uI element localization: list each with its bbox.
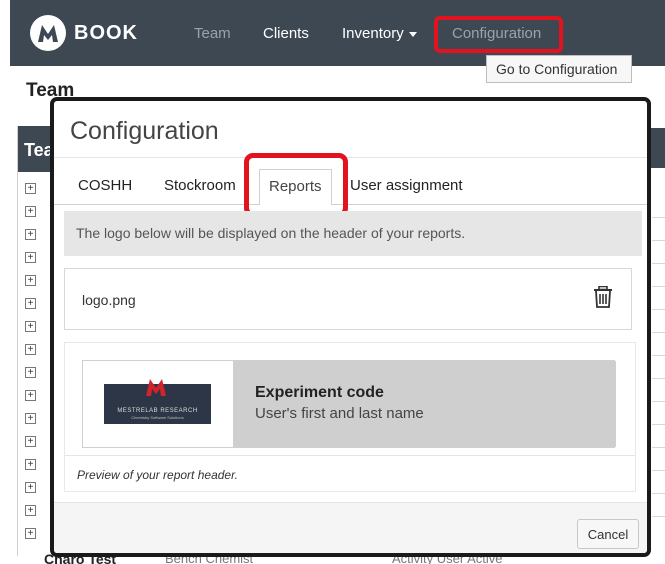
preview-caption: Preview of your report header. xyxy=(77,468,238,482)
plus-square-icon[interactable]: + xyxy=(25,367,36,378)
plus-square-icon[interactable]: + xyxy=(25,436,36,447)
plus-square-icon[interactable]: + xyxy=(25,252,36,263)
logo-file-row: logo.png xyxy=(64,268,632,330)
logo-file-name: logo.png xyxy=(82,292,136,308)
configuration-tooltip: Go to Configuration xyxy=(486,55,632,83)
tab-stockroom[interactable]: Stockroom xyxy=(164,177,236,194)
experiment-code: Experiment code xyxy=(255,384,384,401)
reports-highlight xyxy=(244,153,348,217)
nav-inventory-label: Inventory xyxy=(342,25,404,42)
plus-square-icon[interactable]: + xyxy=(25,390,36,401)
plus-square-icon[interactable]: + xyxy=(25,321,36,332)
m-logo-icon[interactable] xyxy=(30,15,66,51)
table-rows-background xyxy=(652,195,665,535)
plus-square-icon[interactable]: + xyxy=(25,275,36,286)
panel-border xyxy=(17,126,18,556)
company-logo: MESTRELAB RESEARCH Chemistry Software So… xyxy=(104,379,211,424)
user-name: User's first and last name xyxy=(255,405,424,422)
plus-square-icon[interactable]: + xyxy=(25,505,36,516)
plus-square-icon[interactable]: + xyxy=(25,459,36,470)
preview-caption-row: Preview of your report header. xyxy=(65,455,635,491)
preview-card: MESTRELAB RESEARCH Chemistry Software So… xyxy=(82,360,616,448)
plus-square-icon[interactable]: + xyxy=(25,298,36,309)
plus-square-icon[interactable]: + xyxy=(25,344,36,355)
report-header-preview: MESTRELAB RESEARCH Chemistry Software So… xyxy=(64,342,636,492)
caret-down-icon xyxy=(408,31,417,37)
logo-company-name: MESTRELAB RESEARCH xyxy=(117,408,198,414)
info-text: The logo below will be displayed on the … xyxy=(76,225,466,241)
plus-square-icon[interactable]: + xyxy=(25,482,36,493)
tabs-underline xyxy=(54,204,647,205)
info-bar: The logo below will be displayed on the … xyxy=(64,211,642,256)
plus-square-icon[interactable]: + xyxy=(25,206,36,217)
logo-tagline: Chemistry Software Solutions xyxy=(131,415,184,420)
brand-name[interactable]: BOOK xyxy=(74,22,138,45)
cancel-button[interactable]: Cancel xyxy=(577,519,639,549)
nav-clients[interactable]: Clients xyxy=(263,25,309,42)
configuration-highlight xyxy=(434,16,563,53)
plus-square-icon[interactable]: + xyxy=(25,413,36,424)
tab-user-assignment[interactable]: User assignment xyxy=(350,177,463,194)
modal-title: Configuration xyxy=(70,117,219,145)
nav-team[interactable]: Team xyxy=(194,25,231,42)
trash-icon[interactable] xyxy=(594,285,612,313)
plus-square-icon[interactable]: + xyxy=(25,183,36,194)
modal-footer: Cancel xyxy=(54,503,647,553)
nav-inventory[interactable]: Inventory xyxy=(342,25,417,42)
preview-logo-area: MESTRELAB RESEARCH Chemistry Software So… xyxy=(83,361,233,447)
m-logo-icon xyxy=(146,379,166,396)
preview-text-area: Experiment code User's first and last na… xyxy=(233,361,616,447)
divider xyxy=(54,157,647,158)
plus-square-icon[interactable]: + xyxy=(25,528,36,539)
configuration-modal: Configuration COSHH Stockroom Reports Us… xyxy=(50,97,651,557)
tab-coshh[interactable]: COSHH xyxy=(78,177,132,194)
plus-square-icon[interactable]: + xyxy=(25,229,36,240)
